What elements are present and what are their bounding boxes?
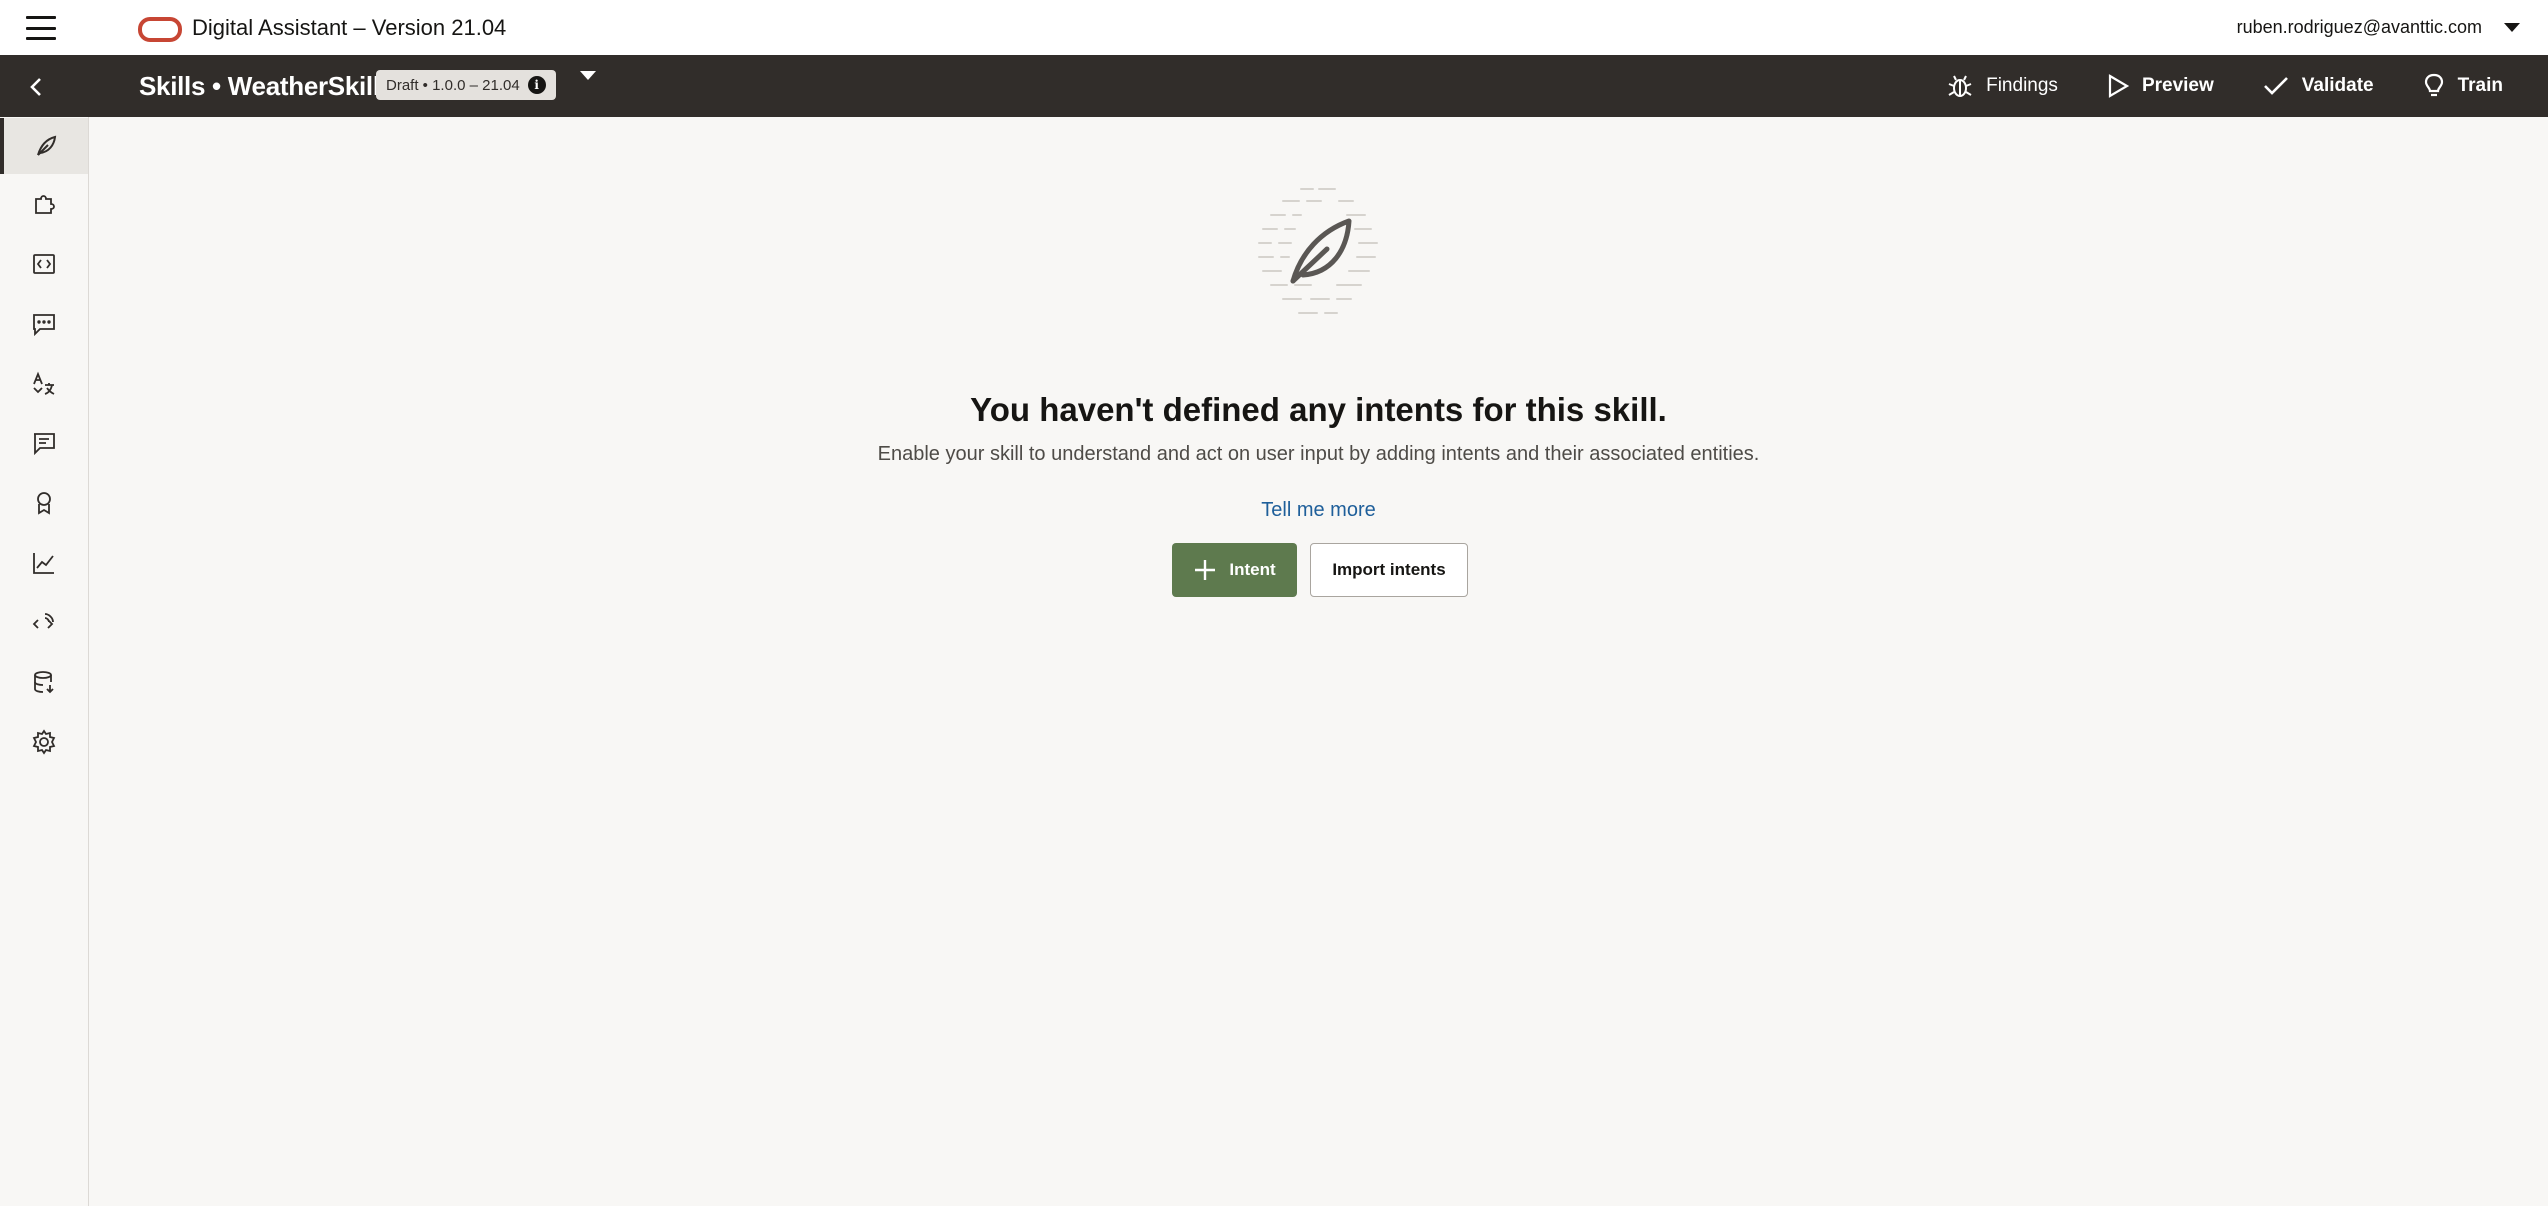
skill-bar: Skills • WeatherSkill Draft • 1.0.0 – 21… (0, 55, 2548, 117)
feather-icon (37, 135, 57, 156)
preview-button[interactable]: Preview (2106, 73, 2214, 99)
app-header: Digital Assistant – Version 21.04 ruben.… (0, 0, 2548, 55)
nav-item-resource-bundles[interactable] (0, 296, 88, 352)
train-label: Train (2457, 75, 2503, 96)
lightbulb-icon (2424, 73, 2443, 97)
train-button[interactable]: Train (2422, 72, 2503, 100)
nav-item-data-manager[interactable] (0, 654, 88, 710)
gear-icon (32, 729, 56, 755)
validate-button[interactable]: Validate (2262, 74, 2374, 98)
empty-state-title: You haven't defined any intents for this… (970, 391, 1667, 428)
tell-me-more-container: Tell me more (89, 499, 2548, 522)
chat-bubble-icon (33, 314, 55, 337)
skill-actions-dropdown[interactable] (580, 71, 598, 97)
checkmark-icon (2263, 77, 2288, 95)
tell-me-more-link[interactable]: Tell me more (1261, 499, 1375, 521)
back-button[interactable] (24, 74, 50, 100)
version-badge[interactable]: Draft • 1.0.0 – 21.04 i (376, 70, 556, 100)
app-title: Digital Assistant – Version 21.04 (192, 15, 507, 40)
import-intents-label: Import intents (1332, 560, 1446, 579)
main-content: You haven't defined any intents for this… (89, 117, 2548, 1206)
nav-item-insights[interactable] (0, 535, 88, 591)
oracle-logo (138, 17, 182, 42)
api-icon (32, 613, 54, 629)
skill-toolbar: Findings Preview Validate Train (1898, 55, 2503, 117)
plus-icon (1195, 560, 1216, 580)
side-nav (0, 117, 89, 1206)
database-icon (34, 671, 54, 694)
code-icon (33, 254, 55, 274)
line-chart-icon (33, 553, 54, 574)
validate-label: Validate (2301, 75, 2374, 96)
play-icon (2108, 74, 2130, 98)
skill-title: Skills • WeatherSkill (139, 71, 380, 101)
translate-icon (33, 371, 55, 395)
import-intents-button[interactable]: Import intents (1310, 543, 1468, 597)
hamburger-menu-icon[interactable] (26, 16, 56, 40)
info-icon: i (527, 76, 546, 94)
user-menu[interactable]: ruben.rodriguez@avanttic.com (2237, 17, 2520, 38)
nav-item-qna[interactable] (0, 415, 88, 471)
caret-down-icon (580, 71, 596, 97)
nav-item-flows[interactable] (0, 236, 88, 292)
findings-label: Findings (1986, 75, 2058, 96)
puzzle-icon (35, 195, 55, 214)
preview-label: Preview (2141, 75, 2214, 96)
empty-state-description: Enable your skill to understand and act … (877, 443, 1760, 465)
chevron-down-icon (2504, 23, 2520, 32)
user-email: ruben.rodriguez@avanttic.com (2236, 17, 2482, 37)
nav-item-settings[interactable] (0, 714, 88, 770)
feather-illustration-icon (1258, 188, 1378, 314)
nav-item-quality[interactable] (0, 475, 88, 531)
add-intent-button[interactable]: Intent (1172, 543, 1297, 597)
add-intent-label: Intent (1229, 560, 1276, 579)
chevron-left-icon (30, 78, 41, 96)
nav-item-entities[interactable] (0, 176, 88, 232)
message-lines-icon (34, 433, 55, 456)
bug-icon (1948, 75, 1972, 97)
nav-item-components[interactable] (0, 595, 88, 651)
findings-button[interactable]: Findings (1946, 72, 2058, 100)
nav-item-intents[interactable] (0, 118, 88, 174)
badge-icon (37, 492, 51, 515)
nav-item-translation[interactable] (0, 356, 88, 412)
version-label: Draft • 1.0.0 – 21.04 (386, 76, 520, 94)
